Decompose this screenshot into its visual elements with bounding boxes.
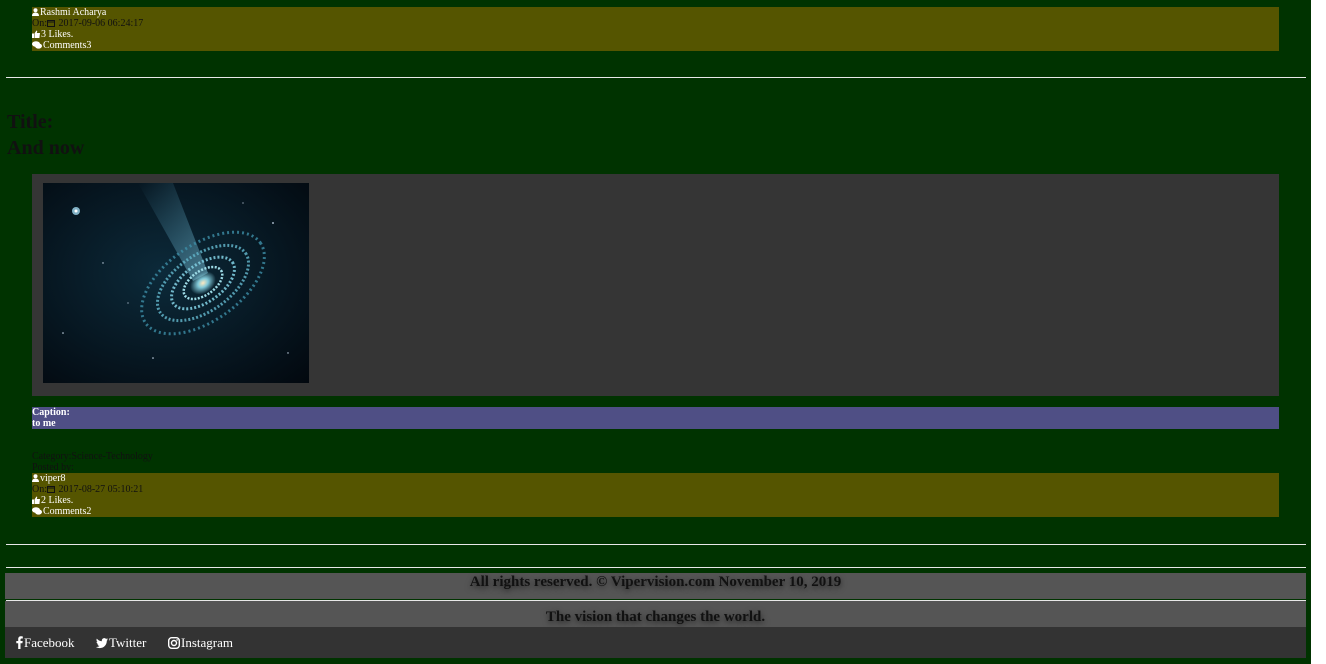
title-label: Title:: [7, 111, 54, 133]
tagline-text: The vision that changes the world.: [545, 609, 766, 625]
title-text: And now: [7, 137, 85, 159]
comments-row[interactable]: Comments2: [32, 506, 1279, 517]
comments-icon: [32, 41, 42, 52]
footer-copyright: All rights reserved. © Vipervision.com N…: [5, 573, 1306, 599]
date-row: On: 2017-08-27 05:10:21: [32, 484, 1279, 495]
author-row: Rashmi Acharya: [32, 7, 1279, 18]
category-text[interactable]: Category:Science-Technology: [32, 451, 153, 462]
comments-count: Comments3: [43, 40, 92, 51]
likes-row[interactable]: 3 Likes.: [32, 29, 1279, 40]
page: Rashmi Acharya On: 2017-09-06 06:24:17 3…: [0, 0, 1311, 664]
instagram-link[interactable]: Instagram: [168, 635, 233, 650]
twitter-link[interactable]: Twitter: [96, 635, 146, 650]
caption-label: Caption:: [32, 407, 70, 418]
post-image[interactable]: [43, 183, 309, 383]
post-image-panel: [32, 174, 1279, 396]
footer-tagline: The vision that changes the world.: [5, 601, 1306, 627]
post-date: 2017-09-06 06:24:17: [58, 18, 144, 29]
likes-row[interactable]: 2 Likes.: [32, 495, 1279, 506]
instagram-label: Instagram: [181, 635, 233, 650]
likes-count: 2 Likes.: [41, 495, 74, 506]
author-name[interactable]: Rashmi Acharya: [40, 7, 106, 18]
caption-text: to me: [32, 418, 56, 429]
comments-count: Comments2: [43, 506, 92, 517]
post-meta-box: viper8 On: 2017-08-27 05:10:21 2 Likes. …: [32, 473, 1279, 517]
divider: [6, 77, 1306, 78]
instagram-icon: [168, 637, 180, 649]
date-row: On: 2017-09-06 06:24:17: [32, 18, 1279, 29]
facebook-icon: [16, 636, 23, 649]
copyright-text: All rights reserved. © Vipervision.com N…: [469, 574, 842, 590]
on-label: On:: [32, 18, 47, 29]
post-title: Title: And now: [7, 109, 84, 161]
posted-by-label: Posted by:: [32, 462, 74, 473]
caption-box: Caption: to me: [32, 407, 1279, 429]
on-label: On:: [32, 484, 47, 495]
facebook-label: Facebook: [24, 635, 75, 650]
author-row: viper8: [32, 473, 1279, 484]
likes-count: 3 Likes.: [41, 29, 74, 40]
comments-row[interactable]: Comments3: [32, 40, 1279, 51]
author-name[interactable]: viper8: [40, 473, 66, 484]
post-date: 2017-08-27 05:10:21: [58, 484, 144, 495]
facebook-link[interactable]: Facebook: [16, 635, 75, 650]
post-meta-box: Rashmi Acharya On: 2017-09-06 06:24:17 3…: [32, 7, 1279, 51]
category-block: Category:Science-Technology Posted by:: [32, 451, 153, 473]
twitter-icon: [96, 638, 108, 649]
social-links-bar: Facebook Twitter Instagram: [5, 627, 1306, 658]
comments-icon: [32, 507, 42, 518]
divider: [6, 544, 1306, 545]
twitter-label: Twitter: [109, 635, 147, 650]
divider: [6, 567, 1306, 568]
